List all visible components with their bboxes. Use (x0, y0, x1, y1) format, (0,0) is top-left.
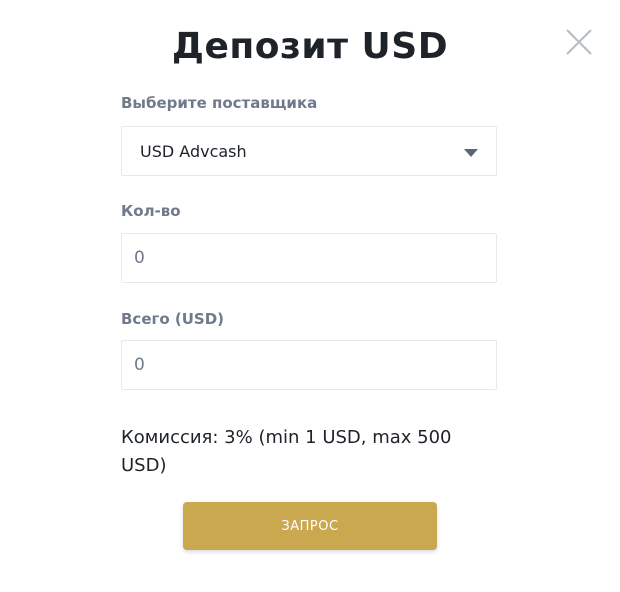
provider-selected-value: USD Advcash (140, 142, 247, 161)
deposit-dialog: Депозит USD Выберите поставщика USD Advc… (0, 0, 620, 592)
chevron-down-icon (464, 149, 478, 157)
amount-label: Кол-во (121, 202, 181, 220)
amount-field-wrapper (121, 233, 497, 283)
provider-label: Выберите поставщика (121, 94, 318, 112)
total-input[interactable] (122, 341, 496, 389)
provider-select[interactable]: USD Advcash (121, 126, 497, 176)
total-label: Всего (USD) (121, 310, 225, 328)
total-field-wrapper (121, 340, 497, 390)
close-icon[interactable] (565, 28, 593, 56)
fee-info: Комиссия: 3% (min 1 USD, max 500 USD) (121, 427, 452, 476)
request-button[interactable]: ЗАПРОС (183, 502, 437, 550)
amount-input[interactable] (122, 234, 496, 282)
dialog-title: Депозит USD (171, 26, 449, 67)
